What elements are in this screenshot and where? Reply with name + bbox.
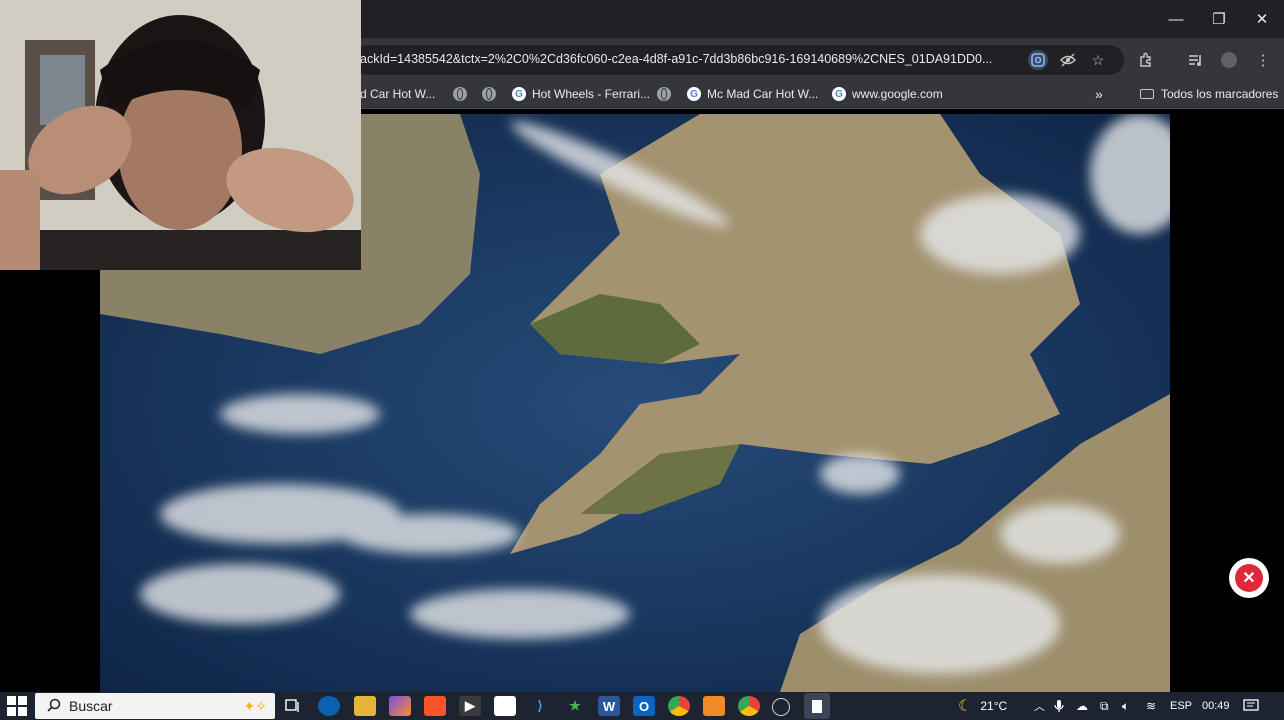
temperature: 21°C [980,699,1008,713]
outlook-icon[interactable]: O [633,696,655,716]
brave-icon[interactable] [424,696,446,716]
bookmark-label: www.google.com [852,87,943,101]
bookmark-item[interactable] [482,84,502,104]
task-view-icon[interactable] [282,696,304,716]
bookmark-item[interactable]: d Car Hot W... [360,84,435,104]
vscode-icon[interactable]: ⟩ [529,696,551,716]
cloud-sync-icon[interactable]: ☁ [1076,694,1088,718]
clock-app-icon[interactable] [772,698,790,716]
taskbar-search-box[interactable]: Buscar ✦✧ [35,693,275,719]
bookmark-label: Mc Mad Car Hot W... [707,87,819,101]
bookmark-item[interactable]: G Hot Wheels - Ferrari... [512,84,650,104]
close-icon: ✕ [1235,564,1263,592]
app-orange-icon[interactable] [703,696,725,716]
sparkle-icon: ✦✧ [243,697,267,714]
bookmark-label: d Car Hot W... [360,87,436,101]
bookmark-item[interactable] [453,84,473,104]
eye-off-icon[interactable] [1058,50,1078,70]
bookmark-item[interactable]: G Mc Mad Car Hot W... [687,84,818,104]
clock[interactable]: 00:49 [1202,694,1230,718]
close-overlay-button[interactable]: ✕ [1229,558,1269,598]
bookmark-star-icon[interactable]: ☆ [1088,50,1108,70]
minimize-button[interactable]: — [1154,0,1198,38]
search-placeholder: Buscar [69,698,113,714]
profile-avatar-icon[interactable] [1216,47,1242,73]
volume-icon[interactable]: 🔈︎ [1122,694,1129,718]
media-queue-icon[interactable] [1183,47,1209,73]
google-icon: G [687,87,701,101]
menu-kebab-icon[interactable]: ⋮ [1250,47,1276,73]
google-icon: G [832,87,846,101]
globe-icon [657,87,671,101]
windows-start-button[interactable] [6,696,28,716]
word-icon[interactable]: W [598,696,620,716]
notepad-icon[interactable] [494,696,516,716]
chrome-icon[interactable] [668,696,690,716]
webcam-overlay [0,0,361,270]
weather-widget[interactable]: ☾ 21°C [958,694,1007,718]
media-player-icon[interactable]: ▶ [459,696,481,716]
microphone-icon[interactable] [1054,694,1064,718]
folder-icon [1140,89,1154,99]
address-bar[interactable]: ackId=14385542&tctx=2%2C0%2Cd36fc060-c2e… [352,45,1124,75]
all-bookmarks-label: Todos los marcadores [1161,87,1279,101]
wifi-icon[interactable]: ≋ [1146,694,1156,718]
restore-button[interactable]: ❐ [1197,0,1241,38]
chrome-profile-icon[interactable] [738,696,760,716]
extensions-icon[interactable] [1133,47,1159,73]
globe-icon [453,87,467,101]
network-icon[interactable]: ⧉ [1100,694,1109,718]
url-text[interactable]: ackId=14385542&tctx=2%2C0%2Cd36fc060-c2e… [360,52,1010,66]
bookmark-item[interactable] [657,84,677,104]
show-hidden-icons-button[interactable]: ︿ [1034,694,1045,718]
moon-icon: ☾ [958,698,973,715]
globe-icon [482,87,496,101]
google-lens-icon[interactable] [1028,50,1048,70]
language-indicator[interactable]: ESP [1170,694,1192,718]
notifications-icon[interactable] [1243,694,1259,718]
all-bookmarks-button[interactable]: Todos los marcadores [1140,84,1278,104]
google-icon: G [512,87,526,101]
bookmark-label: Hot Wheels - Ferrari... [532,87,651,101]
edge-icon[interactable] [318,696,340,716]
copilot-icon[interactable] [389,696,411,716]
active-window-icon[interactable] [804,693,830,719]
close-window-button[interactable]: ✕ [1240,0,1284,38]
star-app-icon[interactable]: ★ [564,696,586,716]
bookmarks-overflow-button[interactable]: » [1095,84,1103,104]
file-explorer-icon[interactable] [354,696,376,716]
bookmark-item[interactable]: G www.google.com [832,84,943,104]
search-icon [47,698,61,715]
